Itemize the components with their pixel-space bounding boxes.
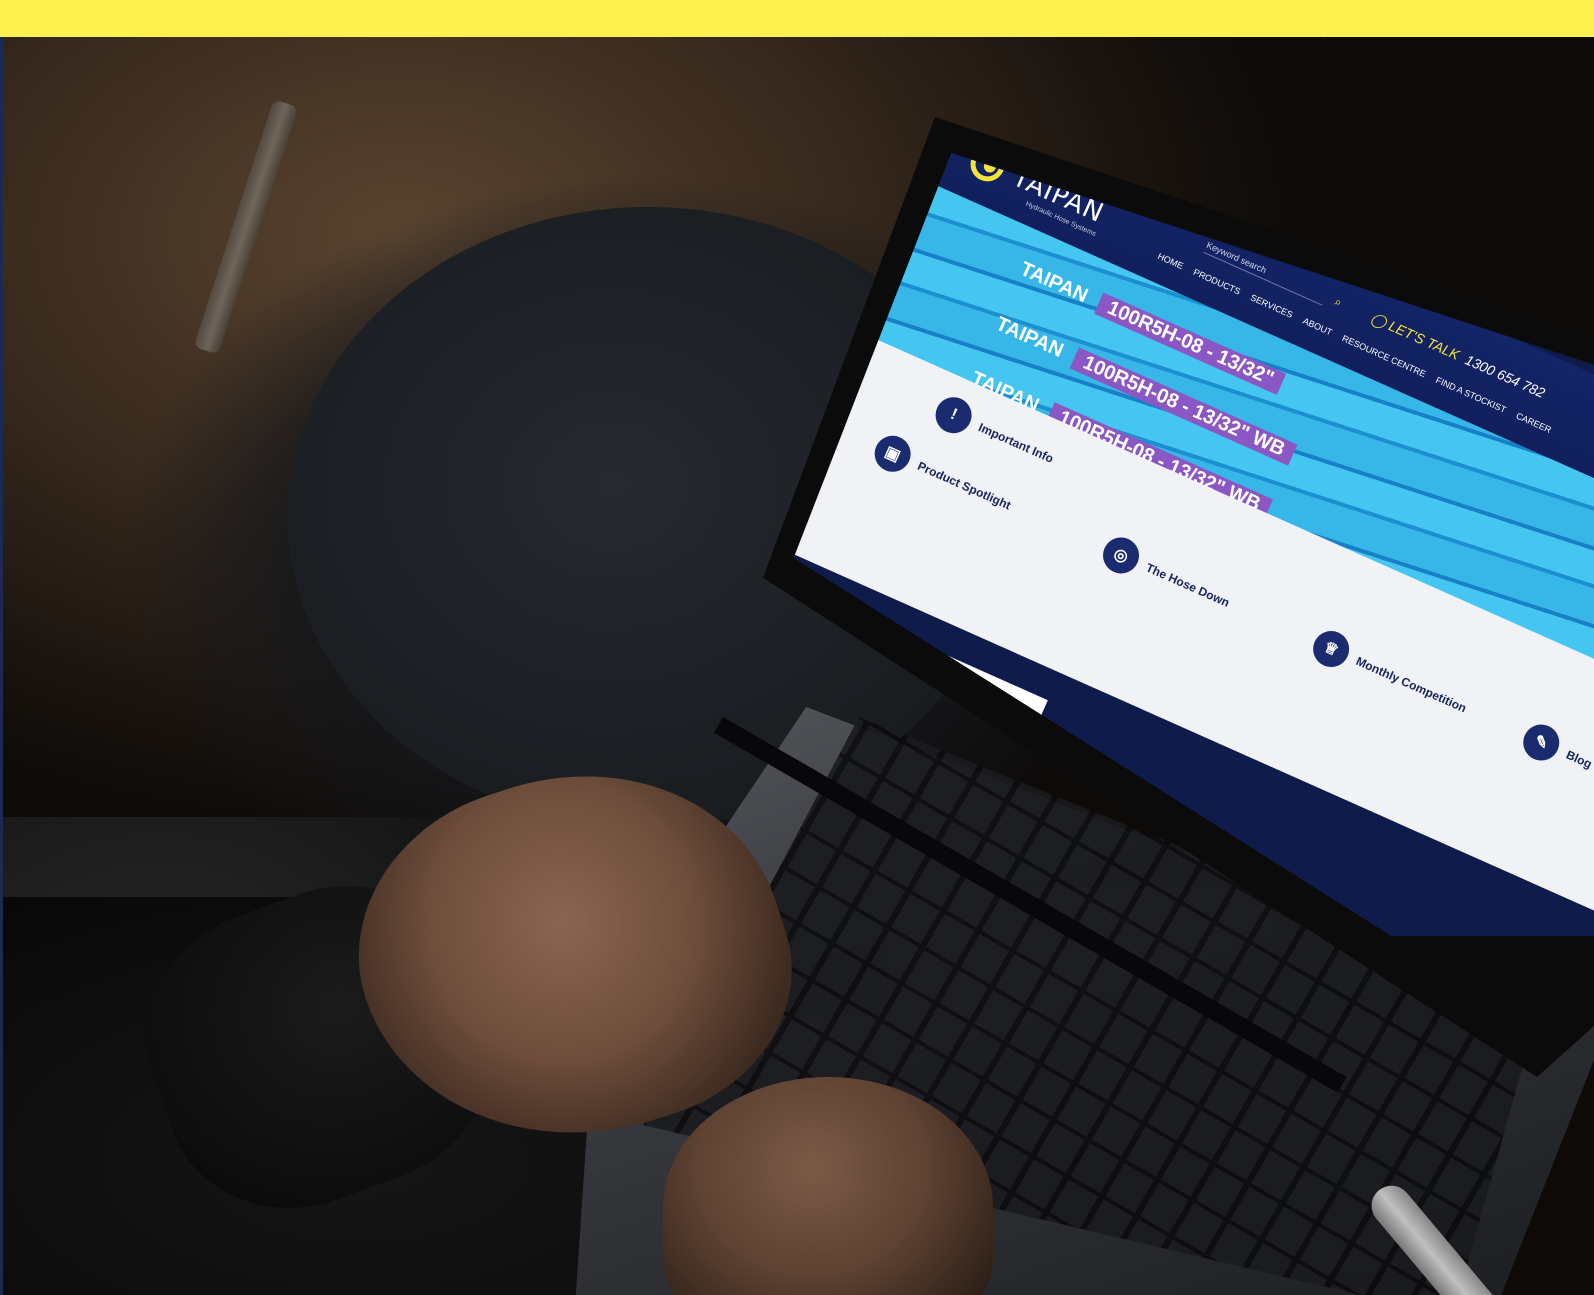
menu-blog[interactable]: ✎ Blog bbox=[1517, 718, 1594, 781]
trophy-icon: ♕ bbox=[1307, 625, 1355, 673]
laptop-photo: TAIPAN Hydraulic Hose Systems Keyword se… bbox=[3, 37, 1594, 1295]
hose-brand: TAIPAN bbox=[1016, 258, 1092, 308]
edit-icon: ✎ bbox=[1517, 718, 1566, 767]
hose-icon: ◎ bbox=[1097, 531, 1145, 580]
box-icon: ▣ bbox=[868, 430, 917, 478]
menu-label: Blog bbox=[1563, 747, 1594, 772]
search-icon[interactable]: ⌕ bbox=[1332, 294, 1349, 311]
info-alert-icon: ! bbox=[929, 391, 978, 439]
menu-the-hose-down[interactable]: ◎ The Hose Down bbox=[1097, 531, 1236, 620]
menu-monthly-competition[interactable]: ♕ Monthly Competition bbox=[1307, 625, 1473, 725]
nav-about[interactable]: ABOUT bbox=[1301, 316, 1333, 338]
menu-label: The Hose Down bbox=[1143, 560, 1232, 610]
nav-home[interactable]: HOME bbox=[1156, 251, 1185, 271]
photo-frame: TAIPAN Hydraulic Hose Systems Keyword se… bbox=[0, 0, 1594, 1295]
nav-products[interactable]: PRODUCTS bbox=[1192, 267, 1242, 297]
hose-brand: TAIPAN bbox=[992, 312, 1067, 362]
menu-label: Product Spotlight bbox=[915, 458, 1014, 513]
nav-career[interactable]: CAREER bbox=[1515, 411, 1553, 435]
menu-label: Important Info bbox=[976, 420, 1056, 466]
top-yellow-band bbox=[0, 0, 1594, 37]
nav-services[interactable]: SERVICES bbox=[1249, 292, 1295, 320]
menu-label: Monthly Competition bbox=[1353, 654, 1469, 716]
